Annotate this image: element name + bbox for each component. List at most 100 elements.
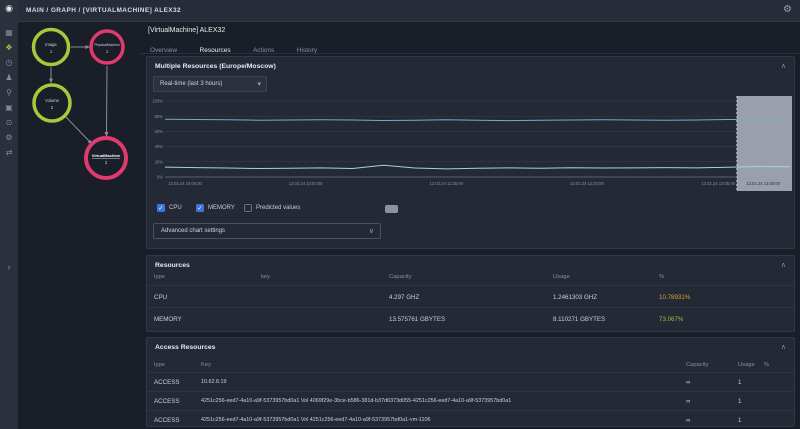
table-row-memory[interactable]: MEMORY 13.575761 GBYTES 8.110271 GBYTES …	[147, 307, 794, 329]
col-key: key	[261, 274, 270, 280]
breadcrumb[interactable]: MAIN / GRAPH / [VIRTUALMACHINE] ALEX32	[26, 7, 181, 14]
panel-multiple-resources: Multiple Resources (Europe/Moscow) ∧ Rea…	[146, 56, 795, 249]
chevron-down-icon: ∨	[369, 227, 374, 235]
col-usage: Usage	[553, 274, 570, 280]
predicted-values-label: Predicted values	[256, 205, 300, 211]
predicted-values-checkbox[interactable]	[244, 204, 252, 212]
y-axis-tick: 0%	[157, 175, 163, 180]
node-physicalmachine-label: PhysicalMachine	[94, 43, 120, 47]
graph-node-image[interactable]: Image 1	[34, 30, 69, 65]
node-virtualmachine-count: 1	[105, 160, 108, 165]
app-root: ◉ ▦ ❖ ◷ ♟ ⚲ ▣ ⊙ ⚙ ⇄ › MAIN / GRAPH / [VI…	[0, 0, 800, 429]
cpu-checkbox[interactable]: ✓	[157, 204, 165, 212]
sidebar-item-graph[interactable]: ❖	[0, 41, 18, 55]
legend-item-cpu: ✓ CPU	[157, 203, 195, 213]
x-axis-tick: 13.02.24 13:05:00	[701, 181, 735, 186]
graph-node-volume[interactable]: Volume 2	[34, 85, 70, 121]
access-usage: 1	[738, 398, 741, 405]
topbar: MAIN / GRAPH / [VIRTUALMACHINE] ALEX32 ⚙	[18, 0, 800, 22]
time-range-value: Real-time (last 3 hours)	[160, 81, 222, 87]
sidebar-item-transfer[interactable]: ⇄	[0, 146, 18, 160]
x-axis-tick: 13.02.24 10:05:00	[168, 181, 202, 186]
memory-type: MEMORY	[154, 316, 182, 323]
sidebar-item-settings[interactable]: ⚙	[0, 131, 18, 145]
access-usage: 1	[738, 417, 741, 424]
predicted-region	[737, 96, 792, 191]
node-physicalmachine-count: 1	[106, 49, 109, 54]
access-collapse-icon[interactable]: ∧	[781, 343, 786, 351]
access-capacity: ∞	[686, 417, 690, 424]
cpu-percent: 10.78931%	[659, 294, 690, 301]
col-type: type	[154, 362, 165, 368]
col-usage: Usage	[738, 362, 755, 368]
x-axis-tick: 13.02.24 12:20:00	[570, 181, 604, 186]
access-capacity: ∞	[686, 398, 690, 405]
sidebar-item-dashboard[interactable]: ▦	[0, 26, 18, 40]
cpu-type: CPU	[154, 294, 167, 301]
resources-chart: 100% 80% 60% 40% 20% 0% 13.02.24 10:05:00 13.02…	[149, 95, 794, 200]
time-range-select[interactable]: Real-time (last 3 hours) ▾	[153, 76, 267, 92]
y-axis-tick: 100%	[152, 99, 163, 104]
series-line-memory	[165, 119, 790, 120]
node-image-count: 1	[50, 49, 53, 54]
table-row-access-2[interactable]: ACCESS 4251c256-eed7-4a10-a9f-5373957bd0…	[147, 391, 794, 410]
topology-graph: Image 1 PhysicalMachine 1 Volume 2 Virtu…	[18, 22, 140, 222]
tabs-divider	[140, 53, 800, 54]
y-axis-tick: 80%	[155, 114, 164, 119]
topology-graph-panel: Image 1 PhysicalMachine 1 Volume 2 Virtu…	[18, 22, 140, 429]
x-axis-tick: 13.02.24 11:35:00	[430, 181, 464, 186]
col-key: Key	[201, 362, 211, 368]
sidebar-item-security[interactable]: ⊙	[0, 116, 18, 130]
x-axis-tick: 13.02.24 13:50:00	[746, 181, 780, 186]
sidebar-expand-icon[interactable]: ›	[0, 262, 18, 272]
panel-chart-collapse-icon[interactable]: ∧	[781, 62, 786, 70]
y-axis-tick: 60%	[155, 129, 164, 134]
access-type: ACCESS	[154, 417, 179, 424]
y-axis-tick: 40%	[155, 144, 164, 149]
col-type: type	[154, 274, 165, 280]
cpu-capacity: 4.297 GHZ	[389, 294, 419, 301]
table-row-access-1[interactable]: ACCESS 10.62.8.19 ∞ 1	[147, 372, 794, 391]
caret-down-icon: ▾	[257, 80, 261, 88]
settings-gear-icon[interactable]: ⚙	[783, 4, 792, 15]
app-logo-icon[interactable]: ◉	[0, 3, 18, 14]
sidebar-item-users[interactable]: ♟	[0, 71, 18, 85]
access-key: 4251c256-eed7-4a10-a9f-5373957bd0a1 Vol …	[201, 398, 511, 404]
sidebar: ◉ ▦ ❖ ◷ ♟ ⚲ ▣ ⊙ ⚙ ⇄ ›	[0, 0, 18, 429]
node-image-label: Image	[45, 42, 57, 47]
access-key: 10.62.8.19	[201, 379, 226, 385]
advanced-chart-settings-accordion[interactable]: Advanced chart settings ∨	[153, 223, 381, 239]
panel-access-resources: Access Resources ∧ type Key Capacity Usa…	[146, 337, 795, 427]
access-usage: 1	[738, 379, 741, 386]
cpu-usage: 1.2461303 GHZ	[553, 294, 597, 301]
graph-node-virtualmachine-selected[interactable]: VirtualMachine 1	[86, 138, 126, 178]
table-row-access-3[interactable]: ACCESS 4251c256-eed7-4a10-a9f-5373957bd0…	[147, 410, 794, 428]
sidebar-item-history[interactable]: ◷	[0, 56, 18, 70]
panel-chart-title: Multiple Resources (Europe/Moscow)	[155, 63, 276, 70]
predicted-values-swatch	[385, 205, 398, 213]
col-percent: %	[659, 274, 664, 280]
table-row-cpu[interactable]: CPU 4.297 GHZ 1.2461303 GHZ 10.78931%	[147, 285, 794, 307]
access-type: ACCESS	[154, 379, 179, 386]
chart-legend: ✓ CPU ✓ MEMORY Predicted values	[147, 203, 794, 215]
page-title: [VirtualMachine] ALEX32	[148, 27, 225, 34]
panel-resources: Resources ∧ type key Capacity Usage % CP…	[146, 255, 795, 332]
col-capacity: Capacity	[686, 362, 709, 368]
sidebar-item-packages[interactable]: ▣	[0, 101, 18, 115]
resources-collapse-icon[interactable]: ∧	[781, 261, 786, 269]
memory-checkbox[interactable]: ✓	[196, 204, 204, 212]
x-axis-tick: 13.02.24 10:50:00	[289, 181, 323, 186]
resources-title: Resources	[155, 262, 190, 269]
memory-label: MEMORY	[208, 205, 235, 211]
resources-table-header: type key Capacity Usage %	[147, 274, 794, 285]
legend-item-predicted: Predicted values	[244, 203, 404, 213]
legend-item-memory: ✓ MEMORY	[196, 203, 242, 213]
tab-bar: Overview Resources Actions History	[150, 39, 335, 53]
access-capacity: ∞	[686, 379, 690, 386]
access-resources-title: Access Resources	[155, 344, 215, 351]
advanced-settings-label: Advanced chart settings	[161, 228, 225, 234]
graph-node-physicalmachine[interactable]: PhysicalMachine 1	[91, 31, 123, 63]
sidebar-item-search[interactable]: ⚲	[0, 86, 18, 100]
y-axis-tick: 20%	[155, 159, 164, 164]
col-capacity: Capacity	[389, 274, 412, 280]
